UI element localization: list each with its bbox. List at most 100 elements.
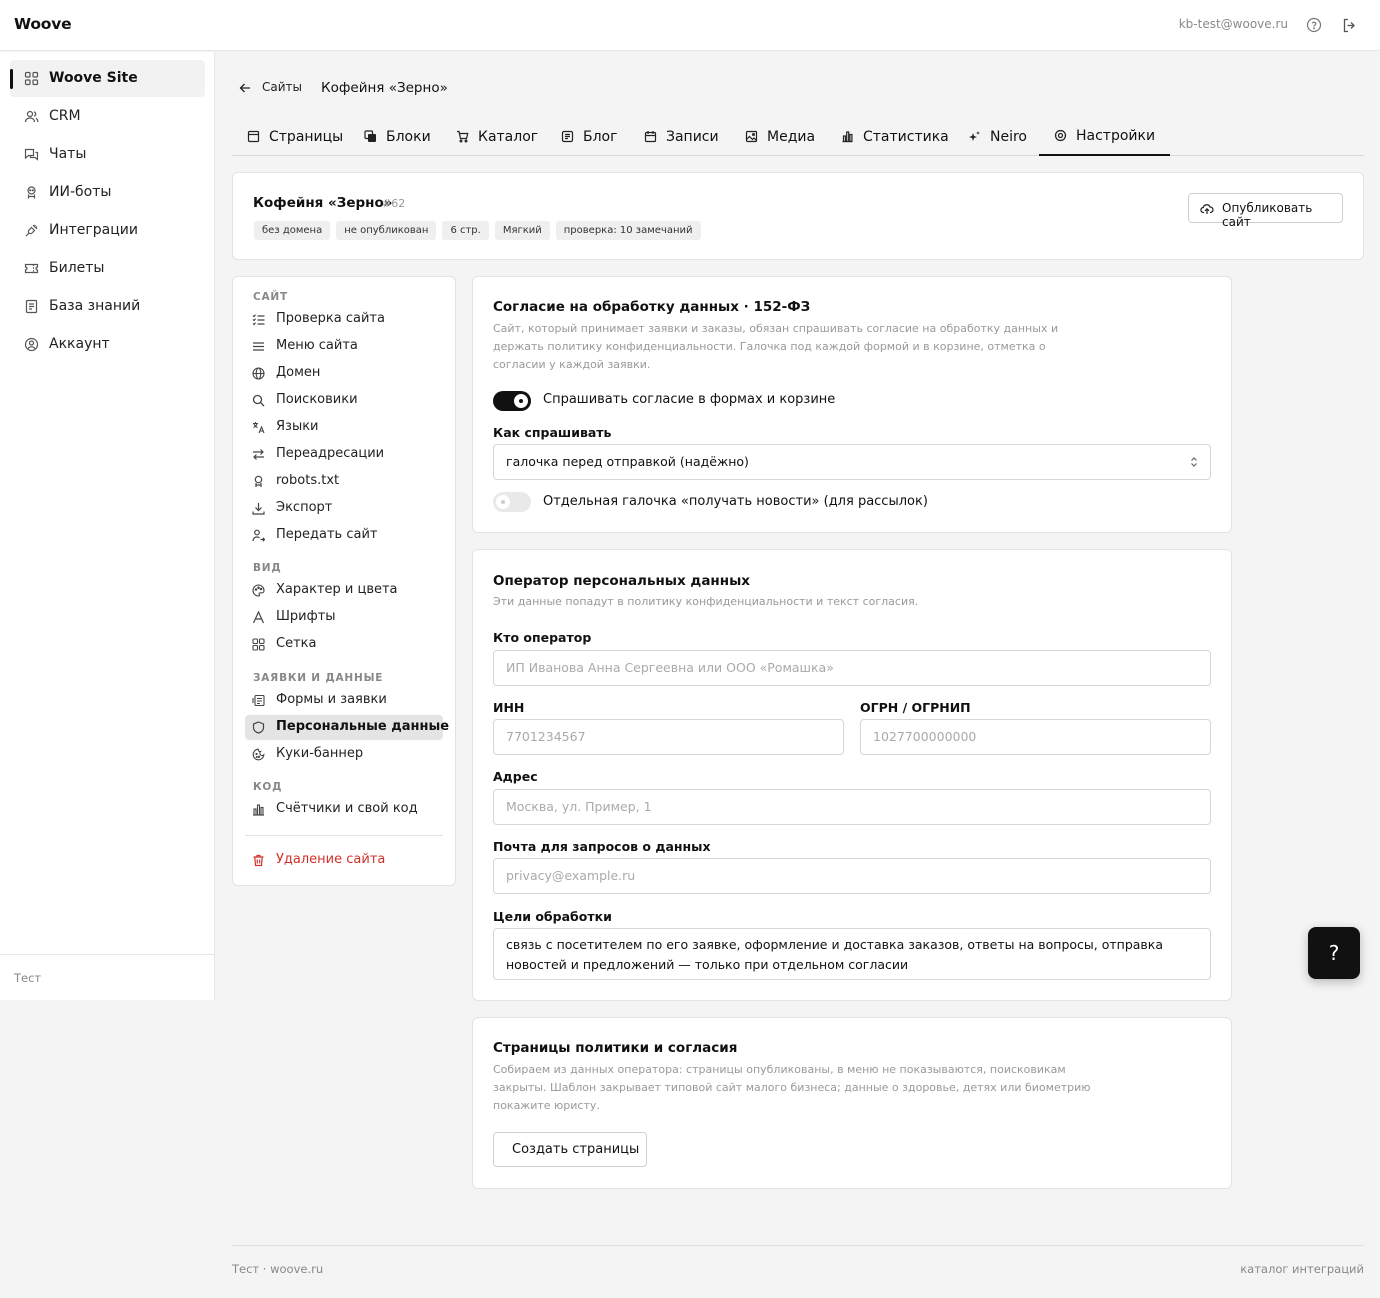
how-to-ask-select[interactable]: галочка перед отправкой (надёжно) — [493, 444, 1211, 480]
robot-icon — [252, 475, 265, 488]
settings-item-delete-site[interactable]: Удаление сайта — [245, 848, 443, 873]
gear-icon — [1054, 129, 1067, 142]
status-badge[interactable]: проверка: 10 замечаний — [555, 221, 701, 240]
menu-divider — [245, 835, 443, 836]
tab-records[interactable]: Записи — [644, 117, 719, 156]
settings-item-export[interactable]: Экспорт — [245, 496, 443, 521]
footer-site-link[interactable]: Тест · woove.ru — [232, 1262, 323, 1276]
button-label: Создать страницы — [512, 1142, 640, 1157]
nav-item-integrations[interactable]: Интеграции — [10, 212, 205, 249]
settings-item-site-check[interactable]: Проверка сайта — [245, 307, 443, 332]
site-tabs: Страницы Блоки Каталог Блог Записи Медиа… — [232, 117, 1364, 156]
tab-settings[interactable]: Настройки — [1039, 117, 1171, 156]
tab-blog[interactable]: Блог — [561, 117, 617, 156]
operator-name-input[interactable]: ИП Иванова Анна Сергеевна или ООО «Ромаш… — [493, 650, 1211, 686]
site-id: #62 — [382, 197, 406, 210]
user-transfer-icon — [252, 529, 265, 542]
image-icon — [745, 130, 758, 143]
tab-pages[interactable]: Страницы — [247, 117, 343, 156]
nav-item-account[interactable]: Аккаунт — [10, 326, 205, 363]
ticket-icon — [24, 261, 39, 276]
nav-item-label: База знаний — [49, 298, 141, 314]
consent-card: Согласие на обработку данных · 152-ФЗ Са… — [472, 276, 1232, 533]
tab-media[interactable]: Медиа — [745, 117, 815, 156]
nav-item-woove-site[interactable]: Woove Site — [10, 60, 205, 97]
settings-item-personal-data[interactable]: Персональные данные — [245, 715, 449, 740]
book-icon — [24, 299, 39, 314]
nav-item-ai-bots[interactable]: ИИ-боты — [10, 174, 205, 211]
settings-item-domain[interactable]: Домен — [245, 361, 443, 386]
redirect-icon — [252, 448, 265, 461]
settings-item-transfer-site[interactable]: Передать сайт — [245, 523, 443, 548]
settings-item-languages[interactable]: Языки — [245, 415, 443, 440]
nav-item-knowledge-base[interactable]: База знаний — [10, 288, 205, 325]
settings-item-grid[interactable]: Сетка — [245, 632, 443, 657]
chat-icon — [24, 147, 39, 162]
grid-icon — [252, 638, 265, 651]
user-circle-icon — [24, 337, 39, 352]
help-icon[interactable] — [1306, 17, 1322, 33]
settings-item-site-menu[interactable]: Меню сайта — [245, 334, 443, 359]
logout-icon[interactable] — [1341, 17, 1358, 34]
workspace-name[interactable]: Тест — [14, 971, 41, 985]
status-badge: 6 стр. — [442, 221, 489, 240]
settings-item-fonts[interactable]: Шрифты — [245, 605, 443, 630]
ogrn-input[interactable]: 1027700000000 — [860, 719, 1211, 755]
goals-label: Цели обработки — [493, 909, 612, 924]
settings-item-label: Шрифты — [276, 609, 336, 624]
font-icon — [252, 611, 265, 624]
trash-icon — [252, 854, 265, 867]
tab-label: Статистика — [863, 128, 949, 145]
user-email[interactable]: kb-test@woove.ru — [1179, 17, 1288, 31]
tab-label: Настройки — [1076, 127, 1156, 144]
tab-blocks[interactable]: Блоки — [364, 117, 431, 156]
nav-item-label: Интеграции — [49, 222, 138, 238]
arrow-left-icon[interactable] — [238, 81, 252, 95]
settings-item-robots[interactable]: robots.txt — [245, 469, 443, 494]
privacy-email-input[interactable]: privacy@example.ru — [493, 858, 1211, 894]
consent-title: Согласие на обработку данных · 152-ФЗ — [493, 299, 811, 315]
footer-integrations-link[interactable]: каталог интеграций — [1240, 1262, 1364, 1276]
help-chat-button[interactable]: ? — [1308, 927, 1360, 979]
settings-menu: САЙТ Проверка сайта Меню сайта Домен Пои… — [232, 276, 456, 886]
policy-title: Страницы политики и согласия — [493, 1040, 738, 1056]
settings-item-label: Формы и заявки — [276, 692, 387, 707]
publish-site-button[interactable]: Опубликовать сайт — [1188, 193, 1343, 229]
address-input[interactable]: Москва, ул. Пример, 1 — [493, 789, 1211, 825]
nav-item-tickets[interactable]: Билеты — [10, 250, 205, 287]
settings-item-cookie-banner[interactable]: Куки-баннер — [245, 742, 443, 767]
globe-icon — [252, 367, 265, 380]
create-pages-button[interactable]: Создать страницы — [493, 1132, 647, 1167]
settings-item-label: Поисковики — [276, 392, 358, 407]
left-nav: Woove Site CRM Чаты ИИ-боты Интеграции Б… — [0, 52, 215, 1000]
inn-label: ИНН — [493, 700, 525, 715]
goals-textarea[interactable]: связь с посетителем по его заявке, оформ… — [493, 928, 1211, 980]
settings-item-forms[interactable]: Формы и заявки — [245, 688, 443, 713]
site-summary-card: Кофейня «Зерно» #62 без домена не опубли… — [232, 172, 1364, 260]
publish-label: Опубликовать сайт — [1222, 201, 1313, 229]
settings-item-search-engines[interactable]: Поисковики — [245, 388, 443, 413]
blog-icon — [561, 130, 574, 143]
nav-item-chats[interactable]: Чаты — [10, 136, 205, 173]
inn-input[interactable]: 7701234567 — [493, 719, 844, 755]
app-logo[interactable]: Woove — [14, 15, 72, 33]
nav-item-crm[interactable]: CRM — [10, 98, 205, 135]
tab-catalog[interactable]: Каталог — [456, 117, 538, 156]
settings-item-character-colors[interactable]: Характер и цвета — [245, 578, 443, 603]
settings-item-label: Сетка — [276, 636, 317, 651]
tab-statistics[interactable]: Статистика — [841, 117, 949, 156]
cart-icon — [456, 130, 469, 143]
users-icon — [24, 109, 39, 124]
section-heading: ЗАЯВКИ И ДАННЫЕ — [253, 672, 384, 684]
ask-consent-toggle[interactable] — [493, 391, 531, 411]
nav-footer: Тест — [0, 954, 215, 985]
section-heading: САЙТ — [253, 291, 288, 303]
breadcrumb-sites-link[interactable]: Сайты — [262, 80, 302, 94]
settings-item-counters-code[interactable]: Счётчики и свой код — [245, 797, 443, 822]
settings-item-label: Счётчики и свой код — [276, 801, 418, 816]
news-consent-toggle[interactable] — [493, 492, 531, 512]
settings-item-redirects[interactable]: Переадресации — [245, 442, 443, 467]
input-placeholder: ИП Иванова Анна Сергеевна или ООО «Ромаш… — [506, 660, 834, 675]
nav-item-label: ИИ-боты — [49, 184, 112, 200]
tab-neiro[interactable]: Neiro — [968, 117, 1027, 156]
